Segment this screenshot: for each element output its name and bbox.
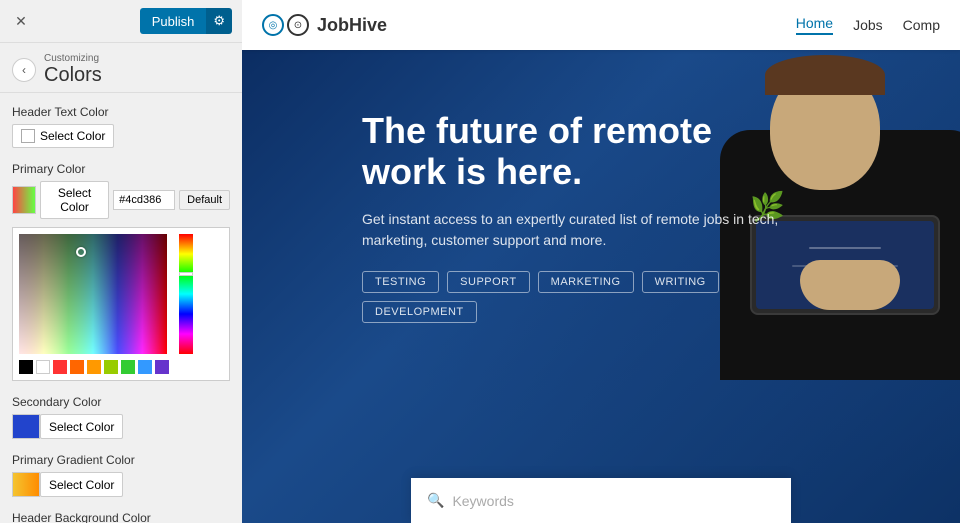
primary-gradient-section: Primary Gradient Color Select Color bbox=[12, 453, 230, 497]
color-gradient-canvas[interactable] bbox=[19, 234, 167, 354]
laptop-screen-line1 bbox=[809, 247, 880, 249]
color-crosshair bbox=[76, 247, 86, 257]
hero-area: 🌿 The future of remote work is here. Get… bbox=[242, 50, 960, 523]
tag-support: SUPPORT bbox=[447, 271, 529, 293]
swatch-yellow-orange[interactable] bbox=[87, 360, 101, 374]
primary-gradient-label: Primary Gradient Color bbox=[12, 453, 230, 467]
logo-icon-2: ⊙ bbox=[287, 14, 309, 36]
hue-bar[interactable] bbox=[179, 234, 193, 354]
nav-comp[interactable]: Comp bbox=[903, 17, 940, 33]
publish-group: Publish ⚙ bbox=[140, 8, 232, 34]
hero-title: The future of remote work is here. bbox=[362, 110, 792, 193]
secondary-color-button[interactable]: Select Color bbox=[40, 414, 123, 439]
tag-development: DEVELOPMENT bbox=[362, 301, 477, 323]
gradient-color-button[interactable]: Select Color bbox=[40, 472, 123, 497]
header-text-color-label: Header Text Color bbox=[12, 105, 230, 119]
site-header: ◎ ⊙ JobHive Home Jobs Comp bbox=[242, 0, 960, 50]
primary-color-btn-label: Select Color bbox=[49, 186, 100, 214]
hero-content: The future of remote work is here. Get i… bbox=[362, 110, 792, 323]
header-text-color-button[interactable]: Select Color bbox=[12, 124, 114, 148]
logo-icon-1: ◎ bbox=[262, 14, 284, 36]
nav-home[interactable]: Home bbox=[796, 15, 833, 35]
nav-jobs[interactable]: Jobs bbox=[853, 17, 883, 33]
hero-tags: TESTING SUPPORT MARKETING WRITING DEVELO… bbox=[362, 271, 792, 323]
tag-testing: TESTING bbox=[362, 271, 439, 293]
primary-color-label: Primary Color bbox=[12, 162, 230, 176]
customizer-panel: ✕ Publish ⚙ ‹ Customizing Colors Header … bbox=[0, 0, 242, 523]
search-icon: 🔍 bbox=[427, 492, 444, 509]
header-bg-label: Header Background Color bbox=[12, 511, 230, 523]
primary-hex-input[interactable]: #4cd386 bbox=[113, 190, 175, 210]
primary-default-button[interactable]: Default bbox=[179, 190, 230, 210]
gradient-color-swatch[interactable] bbox=[12, 472, 40, 497]
swatch-purple[interactable] bbox=[155, 360, 169, 374]
site-logo: ◎ ⊙ JobHive bbox=[262, 14, 387, 36]
site-preview: ◎ ⊙ JobHive Home Jobs Comp bbox=[242, 0, 960, 523]
breadcrumb-title: Colors bbox=[44, 64, 102, 87]
header-text-color-swatch bbox=[21, 129, 35, 143]
color-picker[interactable] bbox=[12, 227, 230, 381]
publish-settings-button[interactable]: ⚙ bbox=[206, 8, 232, 34]
site-nav: Home Jobs Comp bbox=[796, 15, 940, 35]
swatch-green[interactable] bbox=[121, 360, 135, 374]
hue-slider[interactable] bbox=[179, 272, 193, 276]
back-button[interactable]: ‹ bbox=[12, 58, 36, 82]
swatch-red[interactable] bbox=[53, 360, 67, 374]
breadcrumb-sub: Customizing bbox=[44, 53, 102, 64]
site-logo-text: JobHive bbox=[317, 15, 387, 36]
search-placeholder-text: Keywords bbox=[452, 493, 513, 509]
header-text-color-section: Header Text Color Select Color bbox=[12, 105, 230, 148]
primary-color-swatch[interactable] bbox=[12, 186, 36, 214]
hero-subtitle: Get instant access to an expertly curate… bbox=[362, 209, 792, 251]
swatch-white[interactable] bbox=[36, 360, 50, 374]
primary-color-section: Primary Color Select Color #4cd386 Defau… bbox=[12, 162, 230, 381]
primary-color-row: Select Color #4cd386 Default bbox=[12, 181, 230, 219]
swatch-orange[interactable] bbox=[70, 360, 84, 374]
header-text-color-btn-label: Select Color bbox=[40, 129, 105, 143]
swatch-black[interactable] bbox=[19, 360, 33, 374]
tag-marketing: MARKETING bbox=[538, 271, 634, 293]
secondary-color-swatch[interactable] bbox=[12, 414, 40, 439]
logo-icons: ◎ ⊙ bbox=[262, 14, 309, 36]
person-hair bbox=[765, 55, 885, 95]
swatch-blue[interactable] bbox=[138, 360, 152, 374]
person-hands bbox=[800, 260, 900, 310]
top-bar: ✕ Publish ⚙ bbox=[0, 0, 242, 43]
swatch-yellow-green[interactable] bbox=[104, 360, 118, 374]
close-button[interactable]: ✕ bbox=[10, 10, 32, 32]
publish-button[interactable]: Publish bbox=[140, 8, 207, 34]
secondary-color-label: Secondary Color bbox=[12, 395, 230, 409]
header-bg-section: Header Background Color Select Color bbox=[12, 511, 230, 523]
breadcrumb: Customizing Colors bbox=[44, 53, 102, 87]
secondary-color-section: Secondary Color Select Color bbox=[12, 395, 230, 439]
panel-content: Header Text Color Select Color Primary C… bbox=[0, 93, 242, 523]
search-bar[interactable]: 🔍 Keywords bbox=[411, 478, 791, 523]
color-swatches-row bbox=[19, 360, 223, 374]
breadcrumb-bar: ‹ Customizing Colors bbox=[0, 43, 242, 93]
primary-color-button[interactable]: Select Color bbox=[40, 181, 109, 219]
tag-writing: WRITING bbox=[642, 271, 719, 293]
